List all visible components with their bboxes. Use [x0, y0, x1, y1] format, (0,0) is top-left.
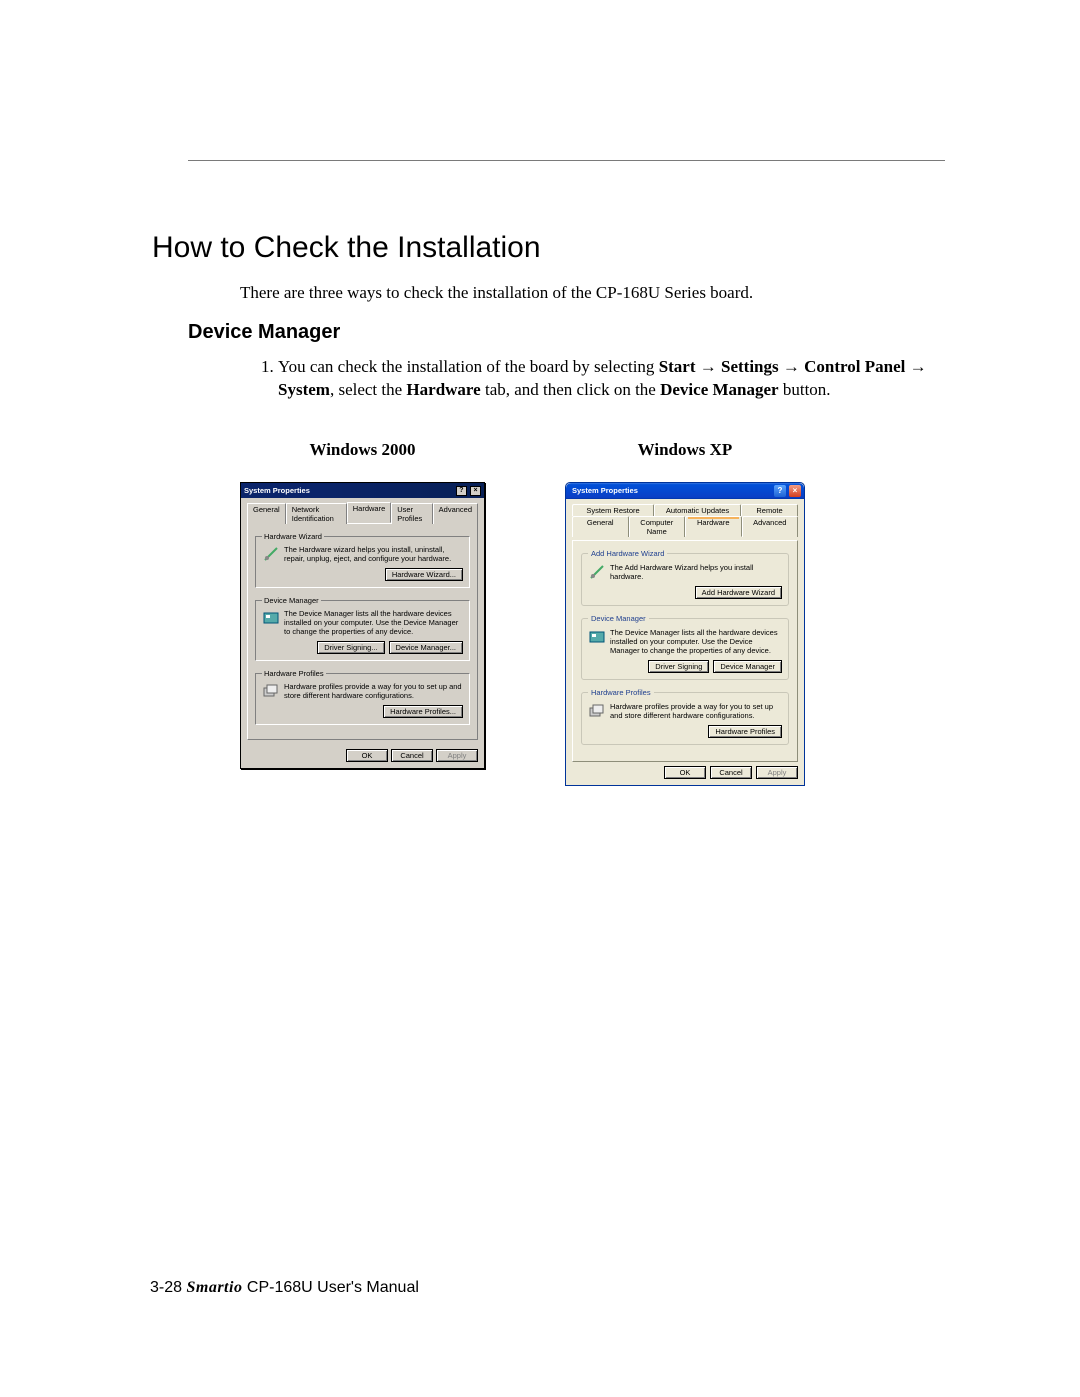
- card-icon: [588, 628, 606, 646]
- group-hardware-profiles: Hardware Profiles Hardware profiles prov…: [581, 688, 789, 745]
- manual-title: CP-168U User's Manual: [242, 1279, 418, 1296]
- text-fragment: You can check the installation of the bo…: [278, 357, 659, 376]
- close-icon[interactable]: ×: [470, 486, 481, 496]
- titlebar-winxp[interactable]: System Properties ? ×: [566, 483, 804, 499]
- help-icon[interactable]: ?: [774, 485, 786, 497]
- card-icon: [262, 609, 280, 627]
- group-device-manager: Device Manager The Device Manager lists …: [581, 614, 789, 680]
- tab-panel-hardware: Add Hardware Wizard The Add Hardware Wiz…: [572, 540, 798, 762]
- tab-user-profiles[interactable]: User Profiles: [391, 503, 432, 524]
- profiles-icon: [588, 702, 606, 720]
- column-windows-xp: Windows XP System Properties ? × System …: [565, 440, 805, 786]
- column-windows-2000: Windows 2000 System Properties ? × Gener…: [240, 440, 485, 786]
- tab-remote[interactable]: Remote: [741, 504, 798, 516]
- group-device-manager: Device Manager The Device Manager lists …: [255, 596, 470, 661]
- dialog-system-properties-win2k: System Properties ? × General Network Id…: [240, 482, 485, 769]
- ok-button[interactable]: OK: [664, 766, 706, 779]
- legend-hardware-profiles: Hardware Profiles: [262, 669, 326, 678]
- path-control-panel: Control Panel: [804, 357, 905, 376]
- tab-advanced[interactable]: Advanced: [742, 516, 799, 537]
- legend-add-hardware-wizard: Add Hardware Wizard: [588, 549, 667, 558]
- page-footer: 3-28 Smartio CP-168U User's Manual: [150, 1279, 419, 1297]
- hardware-tab-name: Hardware: [406, 380, 480, 399]
- hardware-profiles-text: Hardware profiles provide a way for you …: [610, 702, 782, 720]
- tabs-win2k: General Network Identification Hardware …: [241, 498, 484, 523]
- tab-general[interactable]: General: [247, 503, 286, 524]
- arrow-icon: →: [910, 357, 927, 376]
- tab-network-identification[interactable]: Network Identification: [286, 503, 347, 524]
- brand-name: Smartio: [186, 1279, 242, 1296]
- device-manager-text: The Device Manager lists all the hardwar…: [610, 628, 782, 655]
- driver-signing-button[interactable]: Driver Signing...: [317, 641, 384, 654]
- text-fragment: , select the: [330, 380, 406, 399]
- arrow-icon: →: [700, 357, 717, 376]
- heading-device-manager: Device Manager: [188, 321, 945, 344]
- apply-button: Apply: [756, 766, 798, 779]
- text-fragment: button.: [779, 380, 831, 399]
- add-hardware-wizard-button[interactable]: Add Hardware Wizard: [695, 586, 782, 599]
- intro-paragraph: There are three ways to check the instal…: [240, 283, 945, 303]
- legend-hardware-profiles: Hardware Profiles: [588, 688, 654, 697]
- device-manager-name: Device Manager: [660, 380, 778, 399]
- divider-line: [188, 160, 945, 161]
- tab-system-restore[interactable]: System Restore: [572, 504, 654, 516]
- path-settings: Settings: [721, 357, 779, 376]
- device-manager-button[interactable]: Device Manager: [713, 660, 782, 673]
- page-number: 3-28: [150, 1279, 182, 1296]
- tab-computer-name[interactable]: Computer Name: [629, 516, 686, 537]
- cancel-button[interactable]: Cancel: [710, 766, 752, 779]
- tab-hardware[interactable]: Hardware: [347, 502, 392, 523]
- titlebar-win2k[interactable]: System Properties ? ×: [241, 483, 484, 498]
- column-heading-win2k: Windows 2000: [240, 440, 485, 460]
- legend-hardware-wizard: Hardware Wizard: [262, 532, 324, 541]
- text-fragment: tab, and then click on the: [481, 380, 660, 399]
- profiles-icon: [262, 682, 280, 700]
- window-title: System Properties: [572, 486, 638, 495]
- device-manager-text: The Device Manager lists all the hardwar…: [284, 609, 463, 636]
- path-start: Start: [659, 357, 696, 376]
- cancel-button[interactable]: Cancel: [391, 749, 433, 762]
- group-hardware-profiles: Hardware Profiles Hardware profiles prov…: [255, 669, 470, 725]
- tab-hardware[interactable]: Hardware: [685, 516, 742, 537]
- heading-main: How to Check the Installation: [152, 231, 945, 265]
- path-system: System: [278, 380, 330, 399]
- help-icon[interactable]: ?: [456, 486, 467, 496]
- dialog-system-properties-winxp: System Properties ? × System Restore Aut…: [565, 482, 805, 786]
- tabs-winxp: System Restore Automatic Updates Remote …: [572, 504, 798, 537]
- column-heading-winxp: Windows XP: [565, 440, 805, 460]
- arrow-icon: →: [783, 357, 800, 376]
- hardware-wizard-button[interactable]: Hardware Wizard...: [385, 568, 463, 581]
- apply-button: Apply: [436, 749, 478, 762]
- group-hardware-wizard: Hardware Wizard The Hardware wizard help…: [255, 532, 470, 588]
- group-add-hardware-wizard: Add Hardware Wizard The Add Hardware Wiz…: [581, 549, 789, 606]
- legend-device-manager: Device Manager: [588, 614, 649, 623]
- tools-icon: [262, 545, 280, 563]
- instruction-list: You can check the installation of the bo…: [278, 356, 945, 402]
- hardware-profiles-button[interactable]: Hardware Profiles...: [383, 705, 463, 718]
- tab-advanced[interactable]: Advanced: [433, 503, 478, 524]
- add-hardware-text: The Add Hardware Wizard helps you instal…: [610, 563, 782, 581]
- instruction-step-1: You can check the installation of the bo…: [278, 356, 945, 402]
- tab-panel-hardware: Hardware Wizard The Hardware wizard help…: [247, 523, 478, 740]
- ok-button[interactable]: OK: [346, 749, 388, 762]
- hardware-wizard-text: The Hardware wizard helps you install, u…: [284, 545, 463, 563]
- hardware-profiles-button[interactable]: Hardware Profiles: [708, 725, 782, 738]
- window-title: System Properties: [244, 486, 310, 495]
- tab-general[interactable]: General: [572, 516, 629, 537]
- close-icon[interactable]: ×: [789, 485, 801, 497]
- tools-icon: [588, 563, 606, 581]
- hardware-profiles-text: Hardware profiles provide a way for you …: [284, 682, 463, 700]
- device-manager-button[interactable]: Device Manager...: [389, 641, 463, 654]
- legend-device-manager: Device Manager: [262, 596, 321, 605]
- driver-signing-button[interactable]: Driver Signing: [648, 660, 709, 673]
- tab-automatic-updates[interactable]: Automatic Updates: [654, 504, 741, 516]
